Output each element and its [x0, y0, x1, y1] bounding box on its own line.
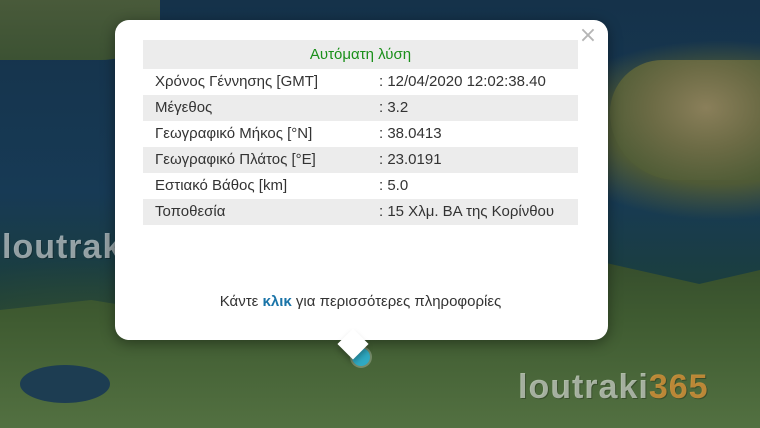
magnitude-label: Μέγεθος [143, 95, 367, 121]
longitude-label: Γεωγραφικό Πλάτος [°E] [143, 147, 367, 173]
location-label: Τοποθεσία [143, 199, 367, 225]
latitude-value: : 38.0413 [367, 121, 578, 147]
table-row: Γεωγραφικό Μήκος [°N] : 38.0413 [143, 121, 578, 147]
watermark-brand: loutraki [518, 368, 649, 406]
lake [20, 365, 110, 403]
table-row: Χρόνος Γέννησης [GMT] : 12/04/2020 12:02… [143, 69, 578, 95]
earthquake-info-table: Αυτόματη λύση Χρόνος Γέννησης [GMT] : 12… [143, 40, 578, 225]
watermark: loutraki365 [518, 368, 709, 407]
close-icon[interactable]: × [578, 25, 598, 47]
magnitude-value: : 3.2 [367, 95, 578, 121]
watermark-brand: loutraki [2, 228, 133, 266]
watermark-number: 365 [648, 368, 709, 406]
table-row: Γεωγραφικό Πλάτος [°E] : 23.0191 [143, 147, 578, 173]
longitude-value: : 23.0191 [367, 147, 578, 173]
origin-time-label: Χρόνος Γέννησης [GMT] [143, 69, 367, 95]
more-info-prefix: Κάντε [219, 293, 263, 310]
table-row: Τοποθεσία : 15 Χλμ. ΒΑ της Κορίνθου [143, 199, 578, 225]
more-info-line: Κάντε κλικ για περισσότερες πληροφορίες [143, 293, 578, 310]
more-info-suffix: για περισσότερες πληροφορίες [291, 293, 502, 310]
table-row: Εστιακό Βάθος [km] : 5.0 [143, 173, 578, 199]
table-row: Μέγεθος : 3.2 [143, 95, 578, 121]
latitude-label: Γεωγραφικό Μήκος [°N] [143, 121, 367, 147]
location-value: : 15 Χλμ. ΒΑ της Κορίνθου [367, 199, 578, 225]
popup-title-row: Αυτόματη λύση [143, 40, 578, 69]
more-info-link[interactable]: κλικ [263, 293, 292, 310]
depth-value: : 5.0 [367, 173, 578, 199]
depth-label: Εστιακό Βάθος [km] [143, 173, 367, 199]
popup-title: Αυτόματη λύση [143, 40, 578, 69]
origin-time-value: : 12/04/2020 12:02:38.40 [367, 69, 578, 95]
land-area [610, 60, 760, 180]
